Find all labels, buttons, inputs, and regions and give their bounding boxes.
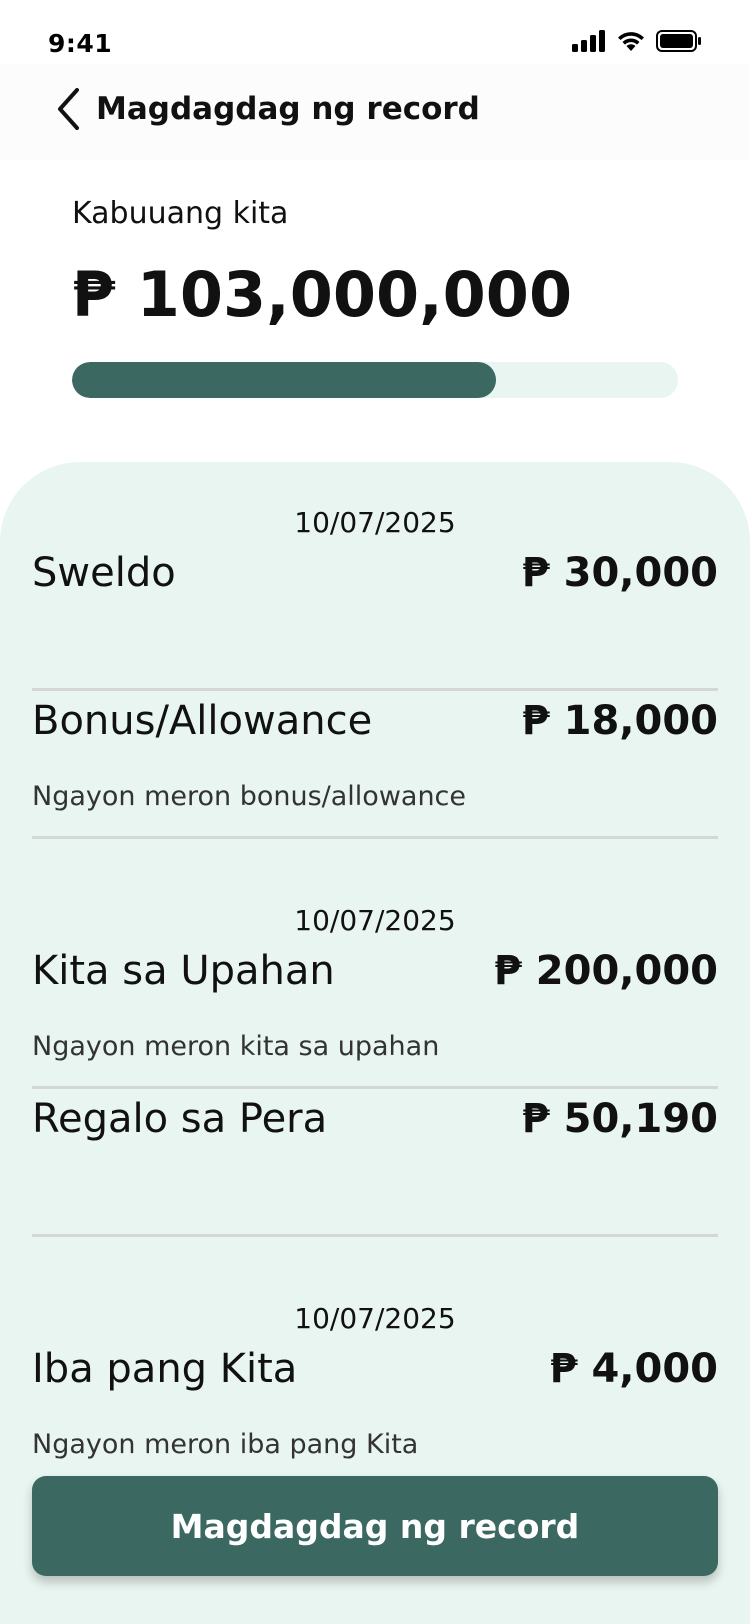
record-amount: ₱ 200,000 [494, 948, 718, 994]
divider [32, 836, 718, 839]
record-amount: ₱ 30,000 [521, 550, 718, 596]
total-income-label: Kabuuang kita [72, 196, 289, 231]
record-note: Ngayon meron bonus/allowance [32, 781, 467, 812]
back-button[interactable] [46, 86, 90, 136]
total-income-amount: ₱ 103,000,000 [72, 258, 573, 331]
record-note: Ngayon meron iba pang Kita [32, 1429, 419, 1460]
records-sheet: 10/07/2025 Sweldo ₱ 30,000 Bonus/Allowan… [0, 462, 750, 1624]
record-amount: ₱ 50,190 [521, 1096, 718, 1142]
add-record-button[interactable]: Magdagdag ng record [32, 1476, 718, 1576]
record-title[interactable]: Kita sa Upahan [32, 948, 335, 994]
divider [32, 1234, 718, 1237]
screen: 9:41 Magdagdag ng record Kabuuang kita ₱… [0, 0, 750, 1624]
income-progress-fill [72, 362, 497, 398]
header: Magdagdag ng record [0, 64, 750, 160]
income-progress-bar [72, 362, 678, 398]
battery-icon [656, 30, 702, 56]
divider [32, 1086, 718, 1089]
wifi-icon [616, 30, 646, 56]
record-title[interactable]: Iba pang Kita [32, 1346, 297, 1392]
group-date: 10/07/2025 [294, 904, 456, 937]
record-amount: ₱ 18,000 [521, 698, 718, 744]
record-title[interactable]: Sweldo [32, 550, 176, 596]
group-date: 10/07/2025 [294, 1302, 456, 1335]
record-note: Ngayon meron kita sa upahan [32, 1031, 440, 1062]
page-title: Magdagdag ng record [96, 91, 480, 127]
status-time: 9:41 [48, 29, 113, 58]
record-title[interactable]: Bonus/Allowance [32, 698, 372, 744]
cellular-signal-icon [572, 30, 606, 56]
group-date: 10/07/2025 [294, 506, 456, 539]
record-amount: ₱ 4,000 [549, 1346, 718, 1392]
status-icons [572, 30, 702, 56]
record-title[interactable]: Regalo sa Pera [32, 1096, 327, 1142]
divider [32, 688, 718, 691]
chevron-left-icon [55, 87, 81, 135]
